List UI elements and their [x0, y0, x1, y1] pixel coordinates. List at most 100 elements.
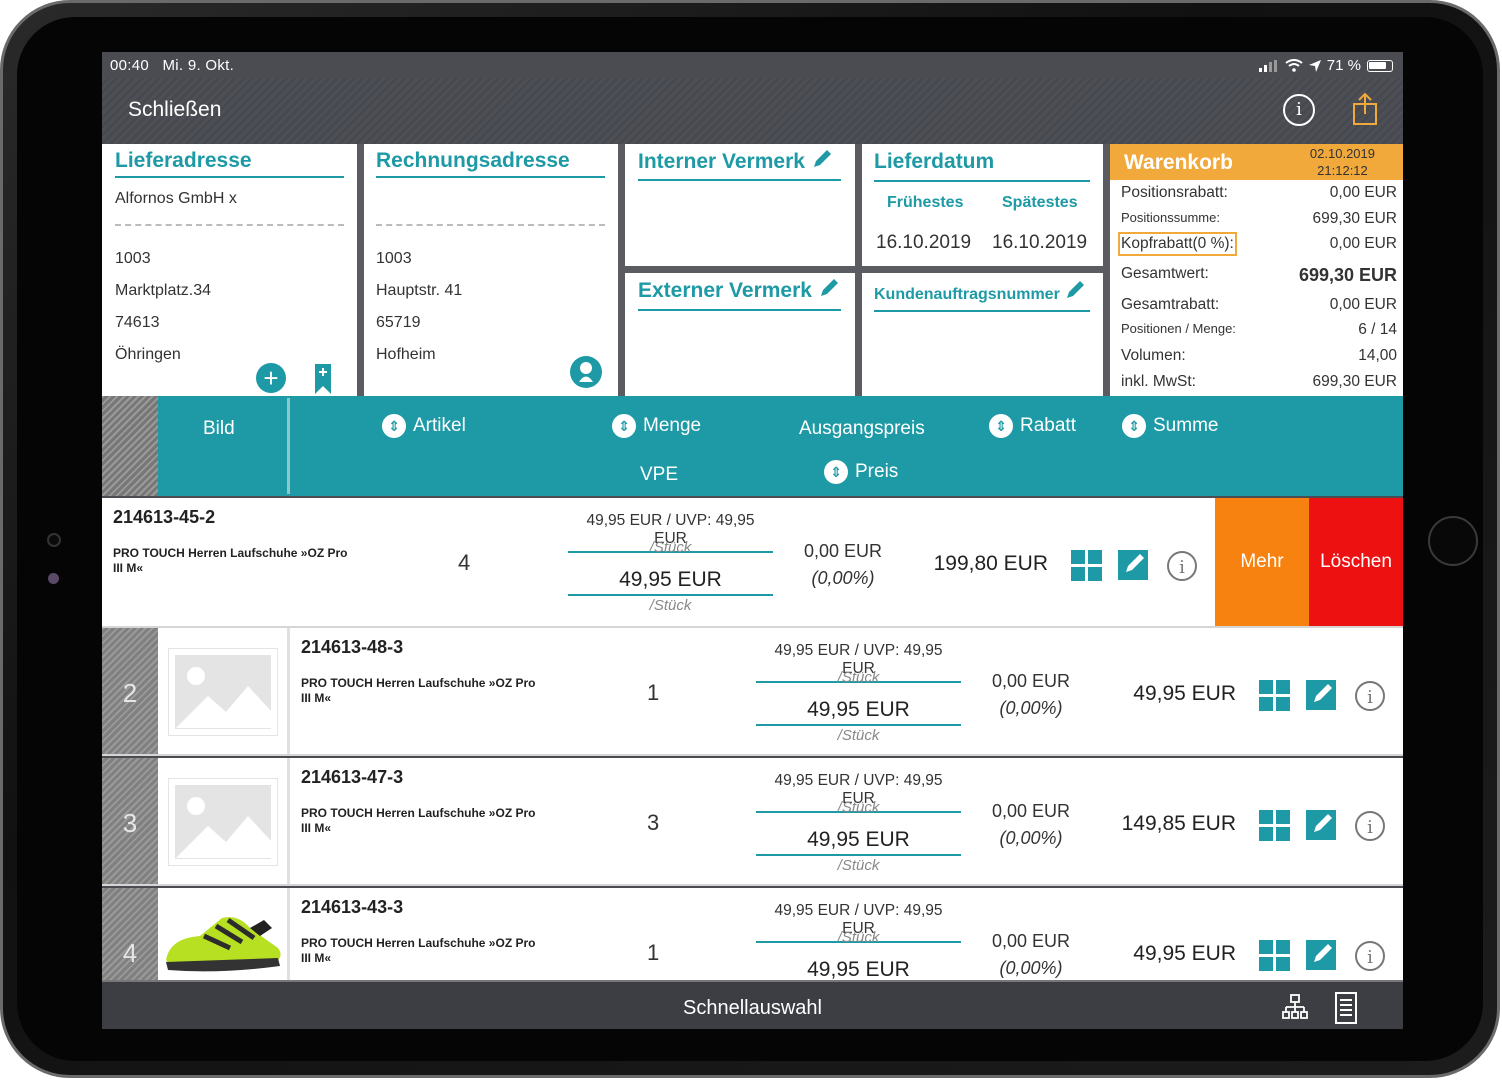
cart-title: Warenkorb: [1124, 151, 1233, 174]
row-price[interactable]: 49,95 EUR: [756, 828, 961, 856]
internal-note-title: Interner Vermerk: [638, 150, 805, 173]
billing-street: Hauptstr. 41: [376, 282, 463, 299]
row-quantity[interactable]: 1: [647, 940, 659, 966]
pencil-icon[interactable]: [818, 277, 840, 299]
bookmark-add-icon[interactable]: [315, 364, 331, 394]
more-button[interactable]: Mehr: [1215, 498, 1309, 626]
edit-icon[interactable]: [1306, 678, 1338, 710]
svg-text:i: i: [1367, 947, 1373, 968]
row-unit: /Stück: [837, 857, 880, 874]
info-icon[interactable]: i: [1354, 810, 1386, 842]
row-discount[interactable]: 0,00 EUR (0,00%): [788, 538, 898, 592]
row-unit: /Stück: [837, 727, 880, 744]
nav-bar: Schließen i: [102, 78, 1403, 144]
table-row[interactable]: 2 214613-48-3 PRO TOUCH Herren Laufschuh…: [102, 628, 1403, 756]
row-price[interactable]: 49,95 EUR: [568, 568, 773, 596]
close-button[interactable]: Schließen: [128, 98, 221, 122]
cart-summary-panel: Warenkorb 02.10.2019 21:12:12 Positionsr…: [1110, 144, 1403, 396]
row-sku: 214613-45-2: [113, 507, 216, 527]
quick-select-title[interactable]: Schnellauswahl: [102, 997, 1403, 1020]
svg-text:i: i: [1179, 557, 1185, 578]
delete-button[interactable]: Löschen: [1309, 498, 1403, 626]
status-time: 00:40: [110, 57, 150, 74]
cart-row: Positionen / Menge: 6 / 14: [1121, 321, 1397, 338]
row-sku: 214613-48-3: [301, 637, 404, 657]
product-image: [158, 628, 288, 754]
order-info-panels: Lieferadresse Alfornos GmbH x 1003 Markt…: [102, 144, 1403, 396]
home-button[interactable]: [1428, 516, 1478, 566]
grid-icon[interactable]: [1071, 550, 1103, 582]
share-icon[interactable]: [1352, 92, 1378, 126]
row-discount[interactable]: 0,00 EUR (0,00%): [976, 928, 1086, 982]
delivery-city: Öhringen: [115, 346, 181, 363]
svg-text:i: i: [1367, 817, 1373, 838]
external-note-title: Externer Vermerk: [638, 279, 812, 302]
row-number: 3: [102, 758, 158, 884]
person-icon[interactable]: [570, 356, 602, 388]
delivery-date-panel[interactable]: Lieferdatum Frühestes Spätestes 16.10.20…: [862, 144, 1103, 266]
divider: [115, 224, 344, 226]
sort-icon: ⇕: [1122, 414, 1146, 438]
info-icon[interactable]: i: [1354, 680, 1386, 712]
row-unit: /Stück: [649, 597, 692, 614]
column-price[interactable]: ⇕ Preis: [824, 460, 898, 484]
row-unit: /Stück: [649, 539, 692, 556]
quick-select-bar[interactable]: Schnellauswahl: [102, 980, 1403, 1029]
table-row[interactable]: 214613-45-2 PRO TOUCH Herren Laufschuhe …: [102, 498, 1403, 628]
cart-date: 02.10.2019: [1309, 146, 1375, 161]
column-discount[interactable]: ⇕ Rabatt: [989, 414, 1076, 438]
document-list-icon[interactable]: [1335, 992, 1357, 1024]
billing-number: 1003: [376, 250, 412, 267]
row-unit: /Stück: [837, 929, 880, 946]
column-sum[interactable]: ⇕ Summe: [1122, 414, 1218, 438]
delivery-address-panel[interactable]: Lieferadresse Alfornos GmbH x 1003 Markt…: [102, 144, 357, 396]
sort-icon: ⇕: [824, 460, 848, 484]
row-product-name: PRO TOUCH Herren Laufschuhe »OZ Pro III …: [301, 936, 536, 965]
row-quantity[interactable]: 3: [647, 810, 659, 836]
delivery-street: Marktplatz.34: [115, 282, 212, 299]
table-row[interactable]: 3 214613-47-3 PRO TOUCH Herren Laufschuh…: [102, 758, 1403, 886]
pencil-icon[interactable]: [1064, 279, 1086, 301]
row-sum: 199,80 EUR: [933, 552, 1048, 575]
sort-icon: ⇕: [612, 414, 636, 438]
latest-label: Spätestes: [1002, 194, 1078, 211]
info-icon[interactable]: i: [1354, 940, 1386, 972]
row-price[interactable]: 49,95 EUR: [756, 698, 961, 726]
external-note-panel[interactable]: Externer Vermerk: [625, 273, 855, 396]
hierarchy-icon[interactable]: [1282, 994, 1308, 1022]
edit-icon[interactable]: [1306, 808, 1338, 840]
cart-header: Warenkorb 02.10.2019 21:12:12: [1110, 144, 1403, 180]
add-address-icon[interactable]: +: [256, 363, 286, 393]
billing-address-panel[interactable]: Rechnungsadresse 1003 Hauptstr. 41 65719…: [364, 144, 618, 396]
earliest-date[interactable]: 16.10.2019: [876, 232, 971, 254]
info-icon[interactable]: i: [1166, 550, 1198, 582]
sort-icon: ⇕: [382, 414, 406, 438]
internal-note-panel[interactable]: Interner Vermerk: [625, 144, 855, 266]
customer-order-panel[interactable]: Kundenauftragsnummer: [862, 273, 1103, 396]
latest-date[interactable]: 16.10.2019: [992, 232, 1087, 254]
svg-text:i: i: [1367, 687, 1373, 708]
info-icon[interactable]: i: [1283, 94, 1315, 126]
column-base-price[interactable]: Ausgangspreis: [799, 418, 925, 440]
cart-total-row: Gesamtwert: 699,30 EUR: [1121, 265, 1397, 285]
column-article[interactable]: ⇕ Artikel: [382, 414, 466, 438]
column-image[interactable]: Bild: [203, 418, 235, 440]
running-shoe-image: [166, 917, 281, 972]
grid-icon[interactable]: [1259, 940, 1291, 972]
grid-icon[interactable]: [1259, 680, 1291, 712]
row-sum: 149,85 EUR: [1121, 812, 1236, 835]
column-vpe[interactable]: VPE: [640, 464, 678, 486]
column-quantity[interactable]: ⇕ Menge: [612, 414, 701, 438]
header-discount-row[interactable]: Kopfrabatt(0 %): 0,00 EUR: [1118, 232, 1397, 256]
delivery-number: 1003: [115, 250, 151, 267]
row-discount[interactable]: 0,00 EUR (0,00%): [976, 798, 1086, 852]
row-discount[interactable]: 0,00 EUR (0,00%): [976, 668, 1086, 722]
row-quantity[interactable]: 4: [458, 550, 470, 576]
edit-icon[interactable]: [1118, 548, 1150, 580]
row-quantity[interactable]: 1: [647, 680, 659, 706]
grid-icon[interactable]: [1259, 810, 1291, 842]
billing-city: Hofheim: [376, 346, 436, 363]
image-placeholder-icon: [168, 648, 278, 736]
edit-icon[interactable]: [1306, 938, 1338, 970]
pencil-icon[interactable]: [811, 148, 833, 170]
